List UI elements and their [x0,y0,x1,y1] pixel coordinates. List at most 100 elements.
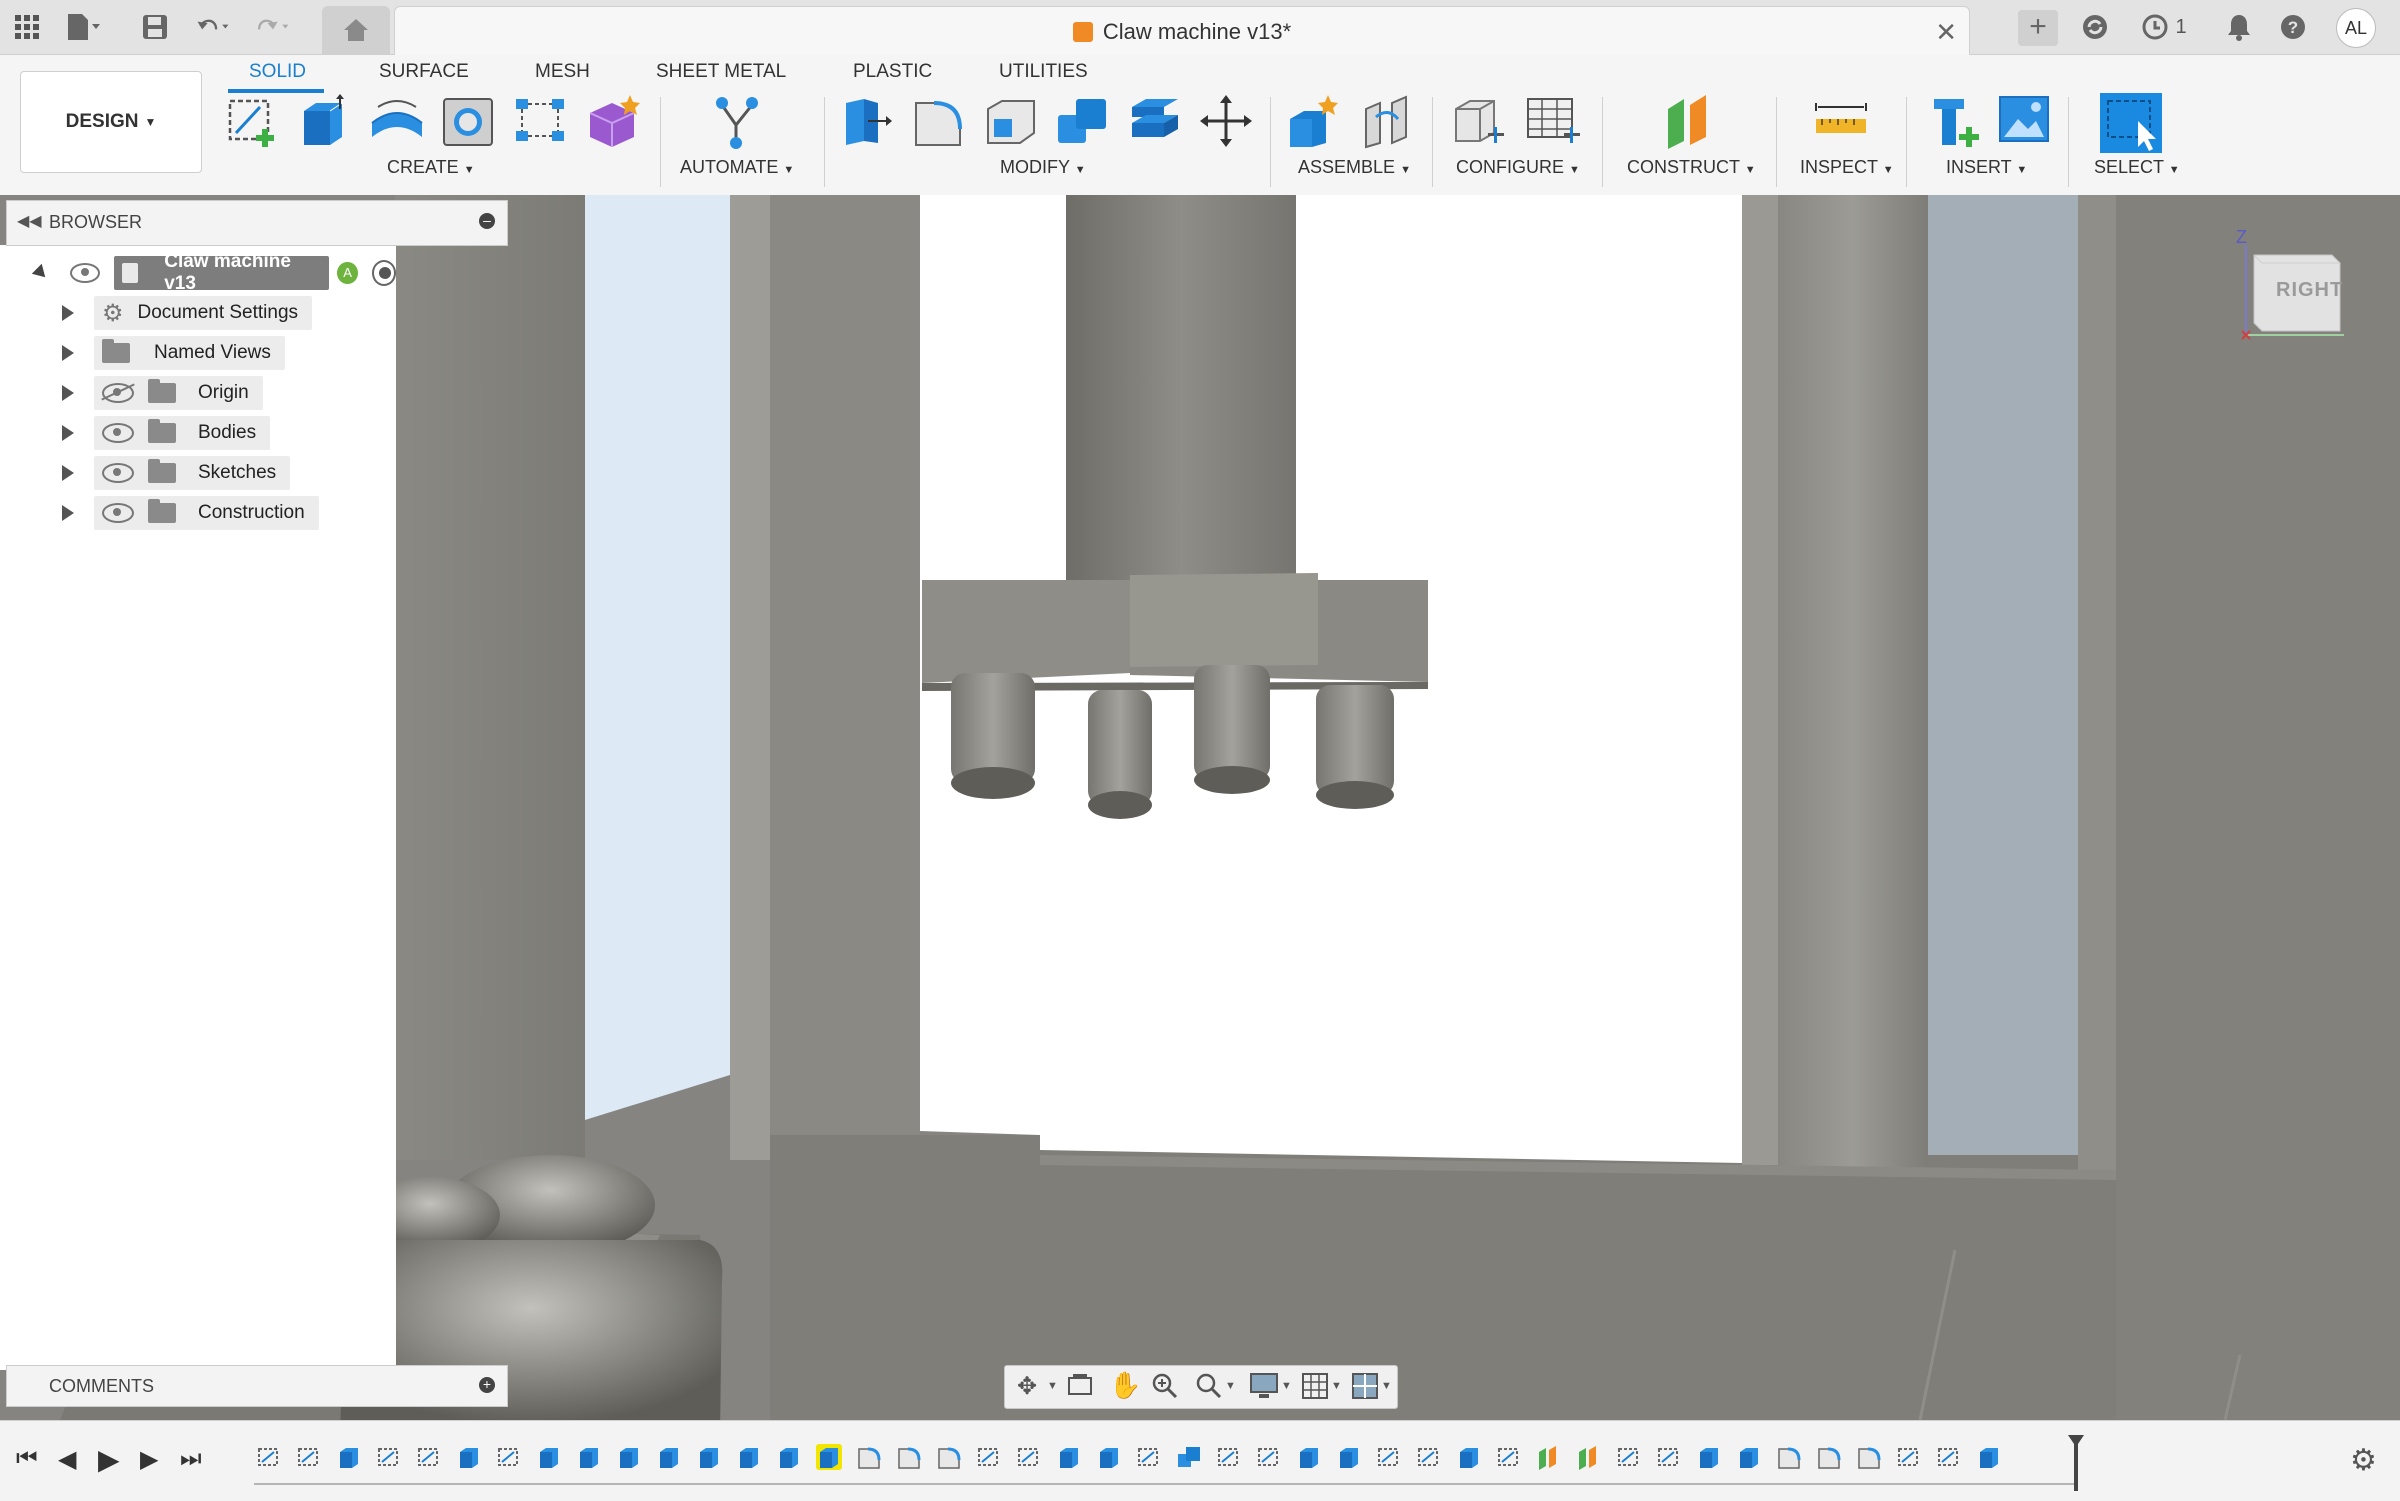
timeline-extrude-icon[interactable] [736,1444,762,1470]
tab-utilities[interactable]: UTILITIES [999,61,1088,83]
timeline-fillet-icon[interactable] [1816,1444,1842,1470]
visibility-eye-icon[interactable] [102,463,134,483]
timeline-fillet-icon[interactable] [896,1444,922,1470]
timeline-extrude-icon[interactable] [1056,1444,1082,1470]
timeline-plane-icon[interactable] [1576,1444,1602,1470]
create-sketch-icon[interactable] [224,93,282,149]
tab-mesh[interactable]: MESH [535,61,590,83]
offset-face-icon[interactable] [1126,93,1184,149]
combine-icon[interactable] [1054,93,1112,149]
timeline-combine-icon[interactable] [1176,1444,1202,1470]
minimize-panel-icon[interactable]: – [479,213,495,229]
joint-icon[interactable] [1358,93,1416,149]
sync-icon[interactable] [2078,10,2112,44]
visibility-eye-icon[interactable] [102,423,134,443]
timeline-sketch-icon[interactable] [1616,1444,1642,1470]
zoom-icon[interactable] [1151,1372,1179,1405]
grid-settings-icon[interactable] [1301,1372,1329,1405]
group-configure[interactable]: CONFIGURE ▼ [1456,157,1580,178]
expand-triangle-icon[interactable] [31,263,51,283]
expand-triangle-icon[interactable] [62,305,74,321]
timeline-extrude-icon[interactable] [1456,1444,1482,1470]
timeline-sketch-icon[interactable] [976,1444,1002,1470]
expand-triangle-icon[interactable] [62,345,74,361]
group-automate[interactable]: AUTOMATE ▼ [680,157,794,178]
group-construct[interactable]: CONSTRUCT ▼ [1627,157,1756,178]
chevron-down-icon[interactable]: ▼ [1225,1380,1236,1392]
timeline-sketch-icon[interactable] [1216,1444,1242,1470]
tree-item-sketches[interactable]: Sketches [62,456,291,490]
timeline-extrude-icon[interactable] [776,1444,802,1470]
group-select[interactable]: SELECT ▼ [2094,157,2180,178]
help-icon[interactable]: ? [2276,10,2310,44]
job-status-button[interactable]: 1 [2134,10,2194,44]
move-copy-icon[interactable] [1198,93,1256,149]
timeline-extrude-icon[interactable] [1696,1444,1722,1470]
hole-icon[interactable] [440,93,498,149]
tree-item-document-settings[interactable]: ⚙ Document Settings [62,296,313,330]
pan-hand-icon[interactable]: ✋ [1109,1370,1141,1401]
timeline-sketch-icon[interactable] [416,1444,442,1470]
press-pull-icon[interactable] [838,93,896,149]
timeline-sketch-icon[interactable] [1256,1444,1282,1470]
timeline-last-icon[interactable]: ⏭ [180,1445,202,1473]
app-grid-icon[interactable] [10,10,44,44]
timeline-extrude-icon[interactable] [336,1444,362,1470]
visibility-eye-icon[interactable] [102,503,134,523]
insert-canvas-icon[interactable] [1996,93,2054,149]
timeline-sketch-icon[interactable] [1896,1444,1922,1470]
timeline-extrude-icon[interactable] [536,1444,562,1470]
timeline-extrude-icon[interactable] [576,1444,602,1470]
tree-item-named-views[interactable]: Named Views [62,336,285,370]
offset-plane-icon[interactable] [1662,93,1720,149]
insert-mcmaster-icon[interactable] [1928,93,1986,149]
timeline-fillet-icon[interactable] [856,1444,882,1470]
timeline-extrude-icon[interactable] [1096,1444,1122,1470]
timeline-extrude-icon[interactable] [816,1444,842,1470]
timeline-extrude-icon[interactable] [616,1444,642,1470]
timeline-sketch-icon[interactable] [1416,1444,1442,1470]
fit-zoom-icon[interactable] [1195,1372,1223,1405]
tree-item-bodies[interactable]: Bodies [62,416,271,450]
visibility-hidden-icon[interactable] [102,383,134,403]
notification-bell-icon[interactable] [2222,10,2256,44]
tree-root[interactable]: Claw machine v13 A [31,251,397,294]
timeline-fillet-icon[interactable] [936,1444,962,1470]
file-menu-icon[interactable] [66,10,100,44]
save-icon[interactable] [138,10,172,44]
timeline-extrude-icon[interactable] [1296,1444,1322,1470]
timeline-sketch-icon[interactable] [1936,1444,1962,1470]
expand-triangle-icon[interactable] [62,425,74,441]
timeline-sketch-icon[interactable] [256,1444,282,1470]
automate-icon[interactable] [708,93,766,149]
tab-solid[interactable]: SOLID [249,61,306,83]
chevron-down-icon[interactable]: ▼ [1047,1380,1058,1392]
viewports-icon[interactable] [1351,1372,1379,1405]
new-tab-button[interactable]: + [2018,10,2058,46]
workspace-switcher-button[interactable]: DESIGN ▼ [20,71,202,173]
group-modify[interactable]: MODIFY ▼ [1000,157,1086,178]
measure-icon[interactable] [1812,93,1870,149]
timeline-step-forward-icon[interactable]: ▶ [140,1445,158,1474]
timeline-sketch-icon[interactable] [376,1444,402,1470]
create-form-icon[interactable] [584,93,642,149]
timeline-play-icon[interactable]: ▶ [98,1443,120,1476]
timeline-first-icon[interactable]: ⏮ [16,1445,38,1473]
group-assemble[interactable]: ASSEMBLE ▼ [1298,157,1411,178]
expand-triangle-icon[interactable] [62,465,74,481]
tab-sheet-metal[interactable]: SHEET METAL [656,61,786,83]
timeline-sketch-icon[interactable] [1136,1444,1162,1470]
timeline-extrude-icon[interactable] [1976,1444,2002,1470]
timeline-sketch-icon[interactable] [496,1444,522,1470]
pattern-icon[interactable] [512,93,570,149]
group-insert[interactable]: INSERT ▼ [1946,157,2027,178]
timeline-settings-gear-icon[interactable]: ⚙ [2350,1443,2377,1478]
timeline-extrude-icon[interactable] [656,1444,682,1470]
expand-comments-icon[interactable]: + [479,1377,495,1393]
tree-item-origin[interactable]: Origin [62,376,263,410]
timeline-sketch-icon[interactable] [1016,1444,1042,1470]
orbit-icon[interactable]: ✥ [1017,1372,1037,1401]
new-component-icon[interactable] [1286,93,1344,149]
timeline-fillet-icon[interactable] [1856,1444,1882,1470]
user-avatar[interactable]: AL [2336,8,2376,48]
